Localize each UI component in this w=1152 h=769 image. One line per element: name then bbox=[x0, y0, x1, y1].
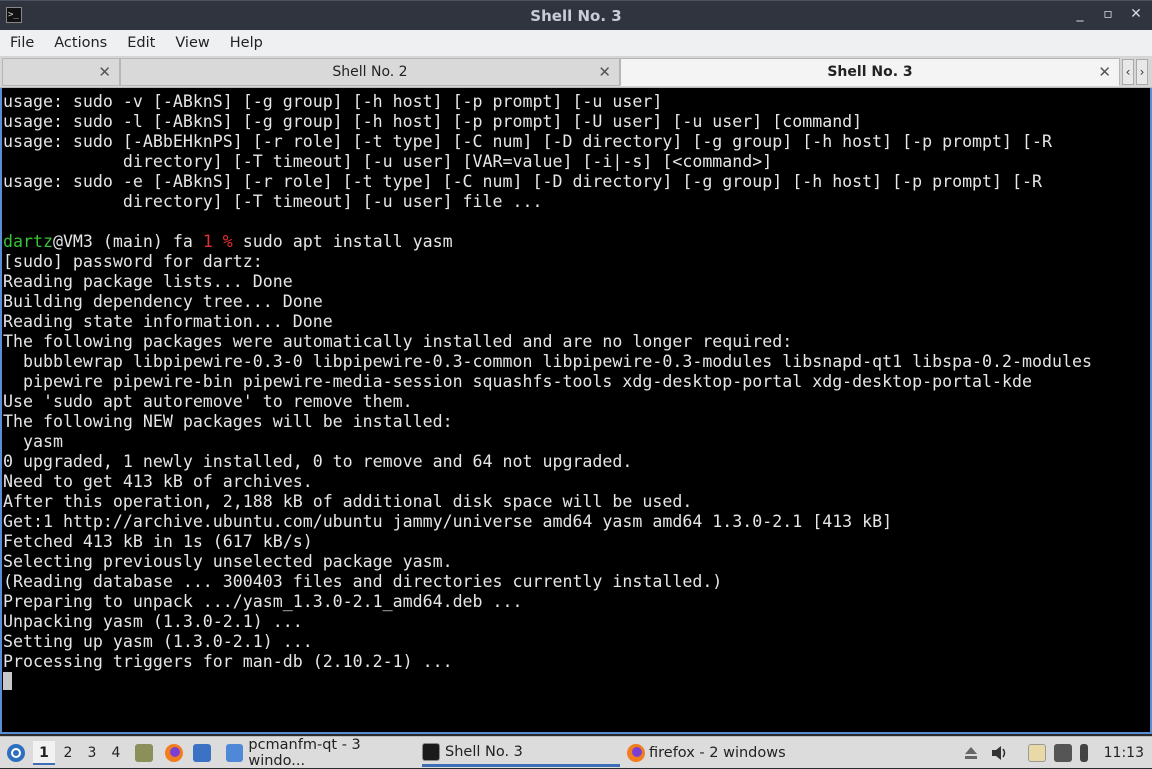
terminal-line: Reading package lists... Done bbox=[3, 272, 293, 291]
prompt-user: dartz bbox=[3, 232, 53, 251]
terminal-line: usage: sudo [-ABbEHknPS] [-r role] [-t t… bbox=[3, 132, 1052, 151]
tab-close-icon[interactable]: ✕ bbox=[1098, 63, 1111, 81]
tray-network[interactable] bbox=[1054, 737, 1077, 769]
tray-clipboard[interactable] bbox=[1028, 737, 1051, 769]
taskbar: 1 2 3 4 pcmanfm-qt - 3 windo... Shell No… bbox=[0, 736, 1152, 769]
cursor-line bbox=[3, 672, 1150, 692]
terminal-line: [sudo] password for dartz: bbox=[3, 252, 263, 271]
quicklaunch-firefox[interactable] bbox=[164, 737, 184, 769]
desktop-1[interactable]: 1 bbox=[33, 741, 55, 765]
terminal-line: Get:1 http://archive.ubuntu.com/ubuntu j… bbox=[3, 512, 893, 531]
terminal-line: Setting up yasm (1.3.0-2.1) ... bbox=[3, 632, 313, 651]
start-menu-button[interactable] bbox=[6, 737, 26, 769]
file-manager-icon bbox=[135, 744, 153, 762]
terminal-line: 0 upgraded, 1 newly installed, 0 to remo… bbox=[3, 452, 633, 471]
terminal-line: Selecting previously unselected package … bbox=[3, 552, 453, 571]
tab-close-icon[interactable]: ✕ bbox=[98, 63, 111, 81]
show-desktop-icon bbox=[193, 744, 211, 762]
menu-edit[interactable]: Edit bbox=[117, 35, 165, 51]
terminal-line: usage: sudo -v [-ABknS] [-g group] [-h h… bbox=[3, 92, 663, 111]
quicklaunch-files[interactable] bbox=[135, 737, 158, 769]
prompt-exit-code: 1 % bbox=[202, 232, 233, 251]
terminal-line: Building dependency tree... Done bbox=[3, 292, 323, 311]
terminal-line: Processing triggers for man-db (2.10.2-1… bbox=[3, 652, 453, 671]
terminal-app-icon[interactable]: >_ bbox=[6, 7, 22, 23]
terminal-line: After this operation, 2,188 kB of additi… bbox=[3, 492, 693, 511]
taskbar-window-shell[interactable]: Shell No. 3 bbox=[422, 739, 620, 767]
tab-label: Shell No. 3 bbox=[827, 64, 913, 80]
network-icon bbox=[1054, 744, 1072, 762]
window-title: Shell No. 3 bbox=[530, 6, 622, 25]
terminal-view[interactable]: usage: sudo -v [-ABknS] [-g group] [-h h… bbox=[0, 88, 1152, 734]
tab-shell-2[interactable]: Shell No. 2 ✕ bbox=[120, 58, 620, 86]
close-icon[interactable]: ✕ bbox=[1128, 6, 1144, 22]
quicklaunch-desktop[interactable] bbox=[193, 737, 216, 769]
terminal-line: bubblewrap libpipewire-0.3-0 libpipewire… bbox=[3, 352, 1092, 371]
eject-icon bbox=[965, 747, 977, 759]
tab-shell-1[interactable]: ✕ bbox=[2, 58, 120, 86]
terminal-line: The following NEW packages will be insta… bbox=[3, 412, 453, 431]
menu-view[interactable]: View bbox=[165, 35, 219, 51]
tray-updates[interactable] bbox=[962, 737, 980, 769]
lubuntu-logo-icon bbox=[7, 744, 25, 762]
tab-bar: ✕ Shell No. 2 ✕ Shell No. 3 ✕ ‹ › bbox=[0, 57, 1152, 88]
tab-scroll-right-icon[interactable]: › bbox=[1136, 59, 1148, 85]
taskbar-window-label: Shell No. 3 bbox=[445, 743, 523, 760]
terminal-line: Need to get 413 kB of archives. bbox=[3, 472, 313, 491]
tray-power[interactable] bbox=[1080, 737, 1093, 769]
firefox-icon bbox=[627, 744, 645, 762]
battery-icon bbox=[1080, 744, 1088, 762]
desktop-4[interactable]: 4 bbox=[105, 741, 127, 765]
terminal-line: pipewire pipewire-bin pipewire-media-ses… bbox=[3, 372, 1032, 391]
desktop-3[interactable]: 3 bbox=[81, 741, 103, 765]
terminal-line: The following packages were automaticall… bbox=[3, 332, 793, 351]
terminal-line: usage: sudo -l [-ABknS] [-g group] [-h h… bbox=[3, 112, 863, 131]
terminal-line: Fetched 413 kB in 1s (617 kB/s) bbox=[3, 532, 313, 551]
firefox-icon bbox=[165, 744, 183, 762]
maximize-icon[interactable]: ▫ bbox=[1100, 6, 1116, 22]
menu-help[interactable]: Help bbox=[220, 35, 273, 51]
tab-label: Shell No. 2 bbox=[332, 64, 408, 80]
terminal-line: Use 'sudo apt autoremove' to remove them… bbox=[3, 392, 413, 411]
tray-volume[interactable] bbox=[990, 737, 1010, 769]
tab-scroll-left-icon[interactable]: ‹ bbox=[1122, 59, 1134, 85]
tab-shell-3[interactable]: Shell No. 3 ✕ bbox=[620, 58, 1120, 86]
terminal-line: Reading state information... Done bbox=[3, 312, 333, 331]
terminal-line: (Reading database ... 300403 files and d… bbox=[3, 572, 723, 591]
taskbar-window-pcmanfm[interactable]: pcmanfm-qt - 3 windo... bbox=[226, 737, 416, 769]
terminal-icon bbox=[422, 742, 440, 761]
taskbar-window-label: pcmanfm-qt - 3 windo... bbox=[248, 737, 361, 769]
menu-actions[interactable]: Actions bbox=[44, 35, 117, 51]
menu-file[interactable]: File bbox=[0, 35, 44, 51]
terminal-line: Preparing to unpack .../yasm_1.3.0-2.1_a… bbox=[3, 592, 523, 611]
tab-close-icon[interactable]: ✕ bbox=[598, 63, 611, 81]
minimize-icon[interactable]: _ bbox=[1072, 6, 1088, 22]
terminal-line: Unpacking yasm (1.3.0-2.1) ... bbox=[3, 612, 303, 631]
prompt-host: @VM3 (main) fa bbox=[52, 232, 203, 251]
desktop-2[interactable]: 2 bbox=[57, 741, 79, 765]
taskbar-window-firefox[interactable]: firefox - 2 windows bbox=[626, 739, 826, 767]
terminal-line: directory] [-T timeout] [-u user] [VAR=v… bbox=[3, 152, 773, 171]
folder-icon bbox=[226, 744, 244, 762]
text-cursor bbox=[3, 672, 12, 690]
window-titlebar: >_ Shell No. 3 _ ▫ ✕ bbox=[0, 0, 1152, 30]
clock[interactable]: 11:13 bbox=[1104, 737, 1144, 769]
menubar: File Actions Edit View Help bbox=[0, 30, 1152, 57]
terminal-line: yasm bbox=[3, 432, 63, 451]
clipboard-icon bbox=[1028, 744, 1046, 762]
terminal-line: usage: sudo -e [-ABknS] [-r role] [-t ty… bbox=[3, 172, 1042, 191]
taskbar-window-label: firefox - 2 windows bbox=[649, 745, 786, 761]
prompt-line: dartz@VM3 (main) fa 1 % sudo apt install… bbox=[3, 232, 1150, 252]
terminal-line: directory] [-T timeout] [-u user] file .… bbox=[3, 192, 543, 211]
volume-icon bbox=[992, 746, 1006, 760]
prompt-command: sudo apt install yasm bbox=[232, 232, 453, 251]
